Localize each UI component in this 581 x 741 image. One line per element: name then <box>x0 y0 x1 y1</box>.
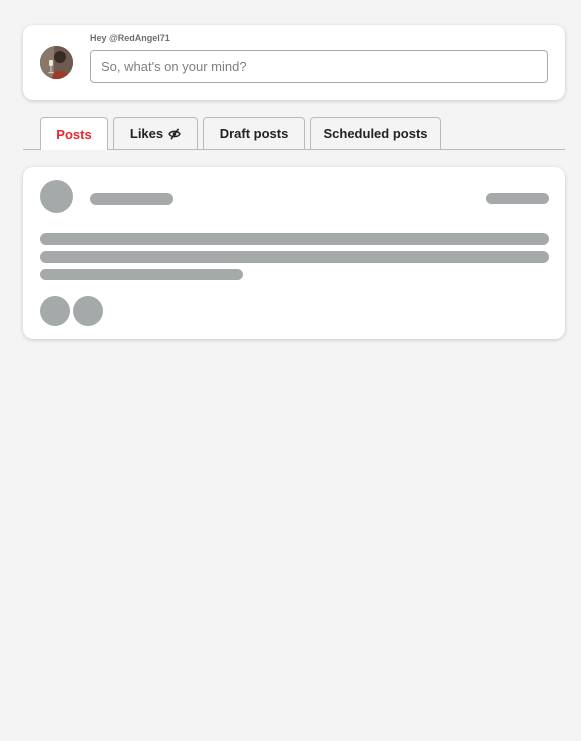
tab-posts-label: Posts <box>56 126 92 142</box>
skeleton-avatar <box>40 180 73 213</box>
skeleton-text-line <box>40 233 549 245</box>
tab-posts[interactable]: Posts <box>40 117 108 150</box>
skeleton-author-name <box>90 193 173 205</box>
tab-likes-label: Likes <box>129 126 164 141</box>
tab-likes[interactable]: Likes <box>113 117 198 149</box>
tab-scheduled-posts[interactable]: Scheduled posts <box>310 117 441 149</box>
user-avatar-image <box>40 46 73 79</box>
tab-scheduled-posts-label: Scheduled posts <box>323 126 428 141</box>
whats-on-your-mind-input[interactable] <box>90 50 548 83</box>
post-composer: Hey @RedAngel71 <box>23 25 565 100</box>
skeleton-post-date <box>486 193 549 204</box>
tab-draft-posts-label: Draft posts <box>219 126 289 141</box>
profile-tabs: Posts Likes Draft posts Scheduled posts <box>23 117 565 150</box>
skeleton-text-line <box>40 251 549 263</box>
greeting-text: Hey @RedAngel71 <box>90 33 170 43</box>
skeleton-reaction <box>73 296 103 326</box>
post-skeleton-card <box>23 167 565 339</box>
skeleton-reaction <box>40 296 70 326</box>
user-avatar[interactable] <box>40 46 73 79</box>
eye-off-icon <box>168 127 181 140</box>
tab-draft-posts[interactable]: Draft posts <box>203 117 305 149</box>
skeleton-text-line <box>40 269 243 280</box>
